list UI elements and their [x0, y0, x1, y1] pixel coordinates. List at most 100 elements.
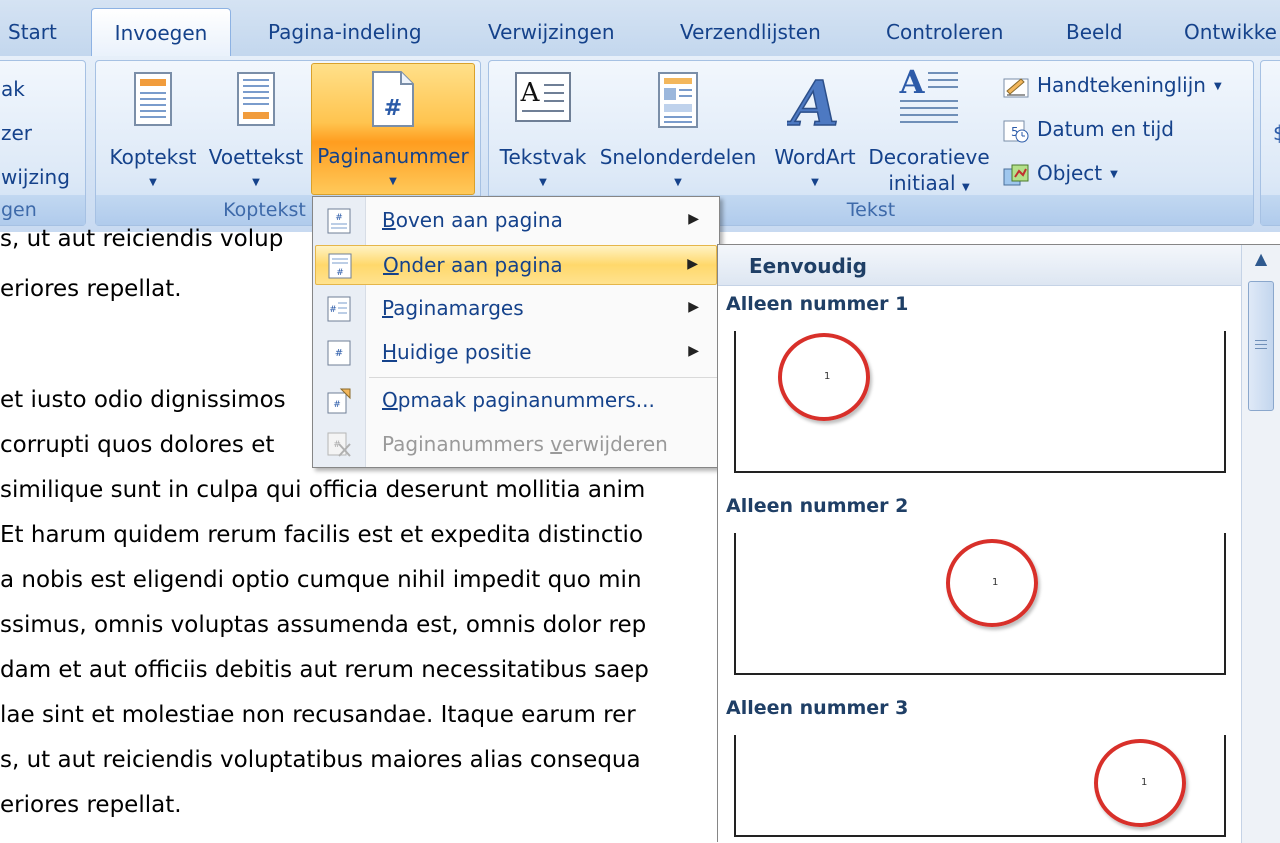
accelerator-key: P [382, 296, 394, 320]
label-rest: aginamarges [393, 296, 524, 320]
page-number-preview: 1 [824, 371, 831, 382]
format-page-numbers-icon: # [327, 388, 351, 414]
page-top-number-icon: # [327, 208, 351, 234]
ribbon-tab-strip: Start Invoegen Pagina-indeling Verwijzin… [0, 0, 1280, 57]
header-page-icon [134, 72, 172, 126]
remove-page-numbers-icon: # [327, 432, 351, 457]
svg-text:#: # [335, 213, 343, 223]
page-margin-number-icon: # [327, 296, 351, 322]
menu-item-label: Boven aan pagina [382, 208, 563, 232]
group-right-partial: $ [1260, 60, 1280, 226]
page-number-preview: 1 [992, 577, 999, 588]
current-position-number-icon: # [327, 340, 351, 366]
accelerator-key: v [550, 432, 563, 456]
chevron-down-icon: ▼ [961, 182, 970, 193]
doc-line: s, ut aut reiciendis volup [0, 226, 284, 252]
decoratieve-initiaal-button[interactable]: A Decoratieve initiaal ▼ [867, 61, 991, 197]
initiaal-text: initiaal [888, 171, 956, 195]
svg-text:A: A [520, 78, 541, 108]
snelonderdelen-button[interactable]: Snelonderdelen ▼ [595, 61, 761, 197]
wordart-button[interactable]: A WordArt ▼ [767, 61, 863, 197]
doc-line: corrupti quos dolores et [0, 432, 275, 458]
left-cmd-2[interactable]: zer [1, 121, 32, 145]
menu-item-onder-aan-pagina[interactable]: # Onder aan pagina ▶ [315, 245, 717, 285]
label-rest: uidige positie [397, 340, 532, 364]
scroll-up-icon[interactable]: ▲ [1242, 249, 1280, 268]
left-cmd-1[interactable]: ak [1, 77, 25, 101]
menu-item-opmaak-paginanummers[interactable]: # Opmaak paginanummers... [315, 381, 717, 421]
highlight-circle [1094, 739, 1186, 827]
quick-parts-icon [658, 72, 698, 128]
chevron-down-icon: ▼ [149, 177, 157, 188]
onder-aan-pagina-gallery: Eenvoudig Alleen nummer 1 1 Alleen numme… [717, 244, 1280, 843]
tab-beeld[interactable]: Beeld [1066, 20, 1123, 44]
chevron-down-icon: ▼ [674, 177, 682, 188]
gallery-item-alleen-nummer-3[interactable]: 1 [734, 735, 1226, 837]
gallery-item-alleen-nummer-2[interactable]: 1 [734, 533, 1226, 675]
label-rest: oven aan pagina [395, 208, 563, 232]
menu-item-paginamarges[interactable]: # Paginamarges ▶ [315, 289, 717, 329]
svg-text:#: # [329, 305, 337, 315]
doc-line: lae sint et molestiae non recusandae. It… [0, 702, 636, 728]
svg-text:A: A [899, 67, 926, 101]
voettekst-label: Voettekst [208, 145, 304, 169]
paginanummer-label: Paginanummer [317, 144, 469, 168]
footer-page-icon [237, 72, 275, 126]
menu-item-label: Huidige positie [382, 340, 532, 364]
tab-invoegen-label: Invoegen [114, 21, 208, 45]
scrollbar-thumb[interactable] [1248, 281, 1274, 411]
decoratieve-label: Decoratieve [868, 145, 990, 169]
page-number-preview: 1 [1141, 777, 1148, 788]
menu-item-huidige-positie[interactable]: # Huidige positie ▶ [315, 333, 717, 373]
voettekst-button[interactable]: Voettekst ▼ [206, 61, 306, 197]
left-cmd-3[interactable]: wijzing [1, 165, 70, 189]
gallery-item-alleen-nummer-1[interactable]: 1 [734, 331, 1226, 473]
gallery-item-title: Alleen nummer 1 [726, 293, 909, 315]
tab-verzendlijsten[interactable]: Verzendlijsten [680, 20, 821, 44]
gallery-item-title: Alleen nummer 2 [726, 495, 909, 517]
doc-line: eriores repellat. [0, 792, 182, 818]
datum-en-tijd-button[interactable]: 5 Datum en tijd [1003, 117, 1174, 143]
label-rest: nder aan pagina [398, 253, 563, 277]
tab-invoegen[interactable]: Invoegen [91, 8, 231, 57]
tab-start[interactable]: Start [8, 20, 57, 44]
wordart-label: WordArt [774, 145, 856, 169]
doc-line: similique sunt in culpa qui officia dese… [0, 477, 646, 503]
tab-pagina-indeling[interactable]: Pagina-indeling [268, 20, 422, 44]
svg-text:#: # [335, 348, 343, 359]
gallery-category-label: Eenvoudig [749, 254, 867, 278]
label-rest: pmaak paginanummers... [397, 388, 655, 412]
svg-text:A: A [787, 71, 839, 131]
paginanummer-button[interactable]: # Paginanummer ▼ [311, 63, 475, 195]
chevron-down-icon: ▼ [811, 177, 819, 188]
accelerator-key: O [383, 253, 399, 277]
accelerator-key: H [382, 340, 398, 364]
doc-line: eriores repellat. [0, 276, 182, 302]
submenu-arrow-icon: ▶ [688, 211, 699, 227]
gallery-scrollbar[interactable]: ▲ [1241, 245, 1280, 843]
doc-line: dam et aut officiis debitis aut rerum ne… [0, 657, 649, 683]
label-rest: erwijderen [562, 432, 668, 456]
menu-item-boven-aan-pagina[interactable]: # Boven aan pagina ▶ [315, 201, 717, 241]
tab-ontwikkelaars[interactable]: Ontwikke [1184, 20, 1277, 44]
chevron-down-icon: ▼ [539, 177, 547, 188]
svg-text:#: # [384, 96, 402, 121]
accelerator-key: B [382, 208, 396, 232]
object-button[interactable]: Object ▼ [1003, 161, 1118, 187]
tab-controleren[interactable]: Controleren [886, 20, 1003, 44]
gallery-category-header: Eenvoudig [718, 245, 1241, 286]
object-label: Object [1037, 161, 1103, 185]
handtekeninglijn-button[interactable]: Handtekeninglijn ▼ [1003, 73, 1222, 99]
tab-verwijzingen[interactable]: Verwijzingen [488, 20, 615, 44]
gallery-item-title: Alleen nummer 3 [726, 697, 909, 719]
datum-en-tijd-label: Datum en tijd [1037, 117, 1175, 141]
tekstvak-button[interactable]: A Tekstvak ▼ [495, 61, 591, 197]
group-right-label [1261, 195, 1280, 225]
object-icon [1003, 164, 1029, 185]
page-bottom-number-icon: # [328, 253, 352, 279]
label-pre: Paginanummers [382, 432, 551, 456]
symbol-icon[interactable]: $ [1273, 121, 1280, 145]
menu-item-label: Paginanummers verwijderen [382, 432, 668, 456]
submenu-arrow-icon: ▶ [687, 256, 698, 272]
koptekst-button[interactable]: Koptekst ▼ [104, 61, 202, 197]
